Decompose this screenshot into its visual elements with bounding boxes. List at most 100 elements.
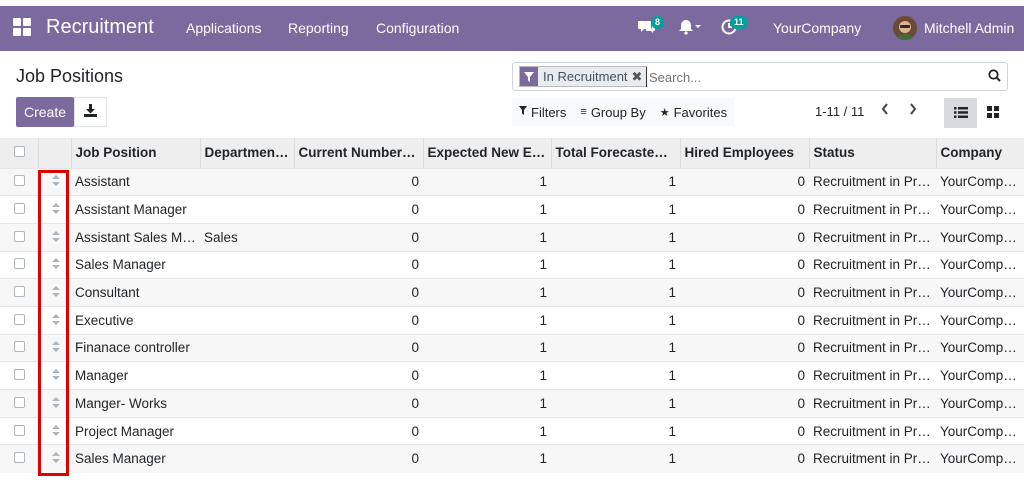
drag-handle-icon[interactable] — [52, 452, 62, 464]
row-handle-cell[interactable] — [38, 389, 71, 418]
pager-previous-icon[interactable] — [880, 101, 890, 122]
drag-handle-icon[interactable] — [52, 396, 62, 408]
app-name[interactable]: Recruitment — [46, 16, 154, 39]
cell-status[interactable]: Recruitment in Pro… — [809, 305, 936, 335]
menu-configuration[interactable]: Configuration — [376, 20, 459, 36]
cell-department[interactable] — [200, 361, 294, 390]
user-menu[interactable]: Mitchell Admin — [924, 20, 1014, 36]
cell-job-position[interactable]: Assistant — [71, 167, 200, 196]
cell-current-number[interactable]: 0 — [294, 333, 423, 362]
row-handle-cell[interactable] — [38, 250, 71, 279]
row-checkbox[interactable] — [14, 230, 25, 242]
menu-applications[interactable]: Applications — [186, 20, 262, 36]
groupby-dropdown[interactable]: ≡ Group By — [573, 105, 652, 120]
cell-expected-new[interactable]: 1 — [423, 444, 551, 473]
cell-current-number[interactable]: 0 — [294, 305, 423, 335]
cell-hired-employees[interactable]: 0 — [680, 361, 809, 390]
pager-value[interactable]: 1-11 / 11 — [815, 104, 864, 119]
row-handle-cell[interactable] — [38, 195, 71, 224]
cell-department[interactable] — [200, 250, 294, 279]
cell-expected-new[interactable]: 1 — [423, 222, 551, 252]
column-hired-employees[interactable]: Hired Employees — [680, 138, 810, 168]
cell-status[interactable]: Recruitment in Pro… — [809, 250, 936, 279]
row-checkbox[interactable] — [14, 286, 25, 298]
select-all-checkbox[interactable] — [14, 146, 25, 158]
cell-hired-employees[interactable]: 0 — [680, 444, 809, 473]
search-icon[interactable] — [988, 69, 1001, 85]
column-job-position[interactable]: Job Position — [71, 138, 201, 168]
drag-handle-icon[interactable] — [52, 175, 62, 187]
favorites-dropdown[interactable]: ★ Favorites — [653, 105, 734, 120]
cell-current-number[interactable]: 0 — [294, 361, 423, 390]
cell-hired-employees[interactable]: 0 — [680, 333, 809, 362]
drag-handle-icon[interactable] — [52, 369, 62, 381]
column-department[interactable]: Departmen… — [200, 138, 295, 168]
user-avatar[interactable] — [893, 16, 917, 40]
download-button[interactable] — [74, 97, 107, 127]
cell-status[interactable]: Recruitment in Pro… — [809, 278, 936, 307]
cell-expected-new[interactable]: 1 — [423, 416, 551, 445]
cell-hired-employees[interactable]: 0 — [680, 305, 809, 335]
cell-department[interactable] — [200, 195, 294, 224]
cell-status[interactable]: Recruitment in Pro… — [809, 361, 936, 390]
row-checkbox[interactable] — [14, 452, 25, 464]
cell-hired-employees[interactable]: 0 — [680, 222, 809, 252]
row-handle-cell[interactable] — [38, 333, 71, 362]
cell-job-position[interactable]: Assistant Manager — [71, 195, 200, 224]
cell-company[interactable]: YourCompany — [936, 278, 1024, 307]
row-checkbox[interactable] — [14, 341, 25, 353]
cell-current-number[interactable]: 0 — [294, 222, 423, 252]
drag-handle-icon[interactable] — [52, 230, 62, 242]
pager-next-icon[interactable] — [908, 101, 918, 122]
cell-company[interactable]: YourCompany — [936, 250, 1024, 279]
cell-current-number[interactable]: 0 — [294, 250, 423, 279]
cell-expected-new[interactable]: 1 — [423, 250, 551, 279]
cell-job-position[interactable]: Manager — [71, 361, 200, 390]
cell-job-position[interactable]: Project Manager — [71, 416, 200, 445]
cell-status[interactable]: Recruitment in Pro… — [809, 416, 936, 445]
table-row[interactable]: Project Manager 0 1 1 0 Recruitment in Pro… Yo… — [0, 416, 1024, 445]
list-view-button[interactable] — [944, 98, 977, 128]
menu-reporting[interactable]: Reporting — [288, 20, 349, 36]
drag-handle-icon[interactable] — [52, 424, 62, 436]
cell-total-forecasted[interactable]: 1 — [551, 250, 680, 279]
cell-company[interactable]: YourCompany — [936, 361, 1024, 390]
column-current-number[interactable]: Current Number … — [294, 138, 424, 168]
cell-status[interactable]: Recruitment in Pro… — [809, 222, 936, 252]
cell-current-number[interactable]: 0 — [294, 444, 423, 473]
cell-status[interactable]: Recruitment in Pro… — [809, 195, 936, 224]
cell-department[interactable] — [200, 389, 294, 418]
cell-department[interactable] — [200, 167, 294, 196]
cell-total-forecasted[interactable]: 1 — [551, 389, 680, 418]
cell-status[interactable]: Recruitment in Pro… — [809, 389, 936, 418]
table-row[interactable]: Assistant Sales M… Sales 0 1 1 0 Recruitment i… — [0, 222, 1024, 252]
drag-handle-icon[interactable] — [52, 313, 62, 325]
row-checkbox[interactable] — [14, 203, 25, 215]
table-row[interactable]: Assistant Manager 0 1 1 0 Recruitment in Pro…… — [0, 195, 1024, 224]
cell-current-number[interactable]: 0 — [294, 389, 423, 418]
cell-total-forecasted[interactable]: 1 — [551, 416, 680, 445]
cell-status[interactable]: Recruitment in Pro… — [809, 333, 936, 362]
cell-hired-employees[interactable]: 0 — [680, 416, 809, 445]
row-select-cell[interactable] — [0, 278, 38, 307]
cell-total-forecasted[interactable]: 1 — [551, 361, 680, 390]
column-total-forecasted[interactable]: Total Forecasted … — [551, 138, 681, 168]
row-select-cell[interactable] — [0, 333, 38, 362]
cell-hired-employees[interactable]: 0 — [680, 278, 809, 307]
cell-total-forecasted[interactable]: 1 — [551, 278, 680, 307]
cell-hired-employees[interactable]: 0 — [680, 167, 809, 196]
cell-company[interactable]: YourCompany — [936, 195, 1024, 224]
search-input[interactable] — [646, 67, 976, 87]
cell-company[interactable]: YourCompany — [936, 333, 1024, 362]
cell-hired-employees[interactable]: 0 — [680, 250, 809, 279]
filters-dropdown[interactable]: Filters — [512, 105, 573, 120]
cell-department[interactable] — [200, 416, 294, 445]
row-select-cell[interactable] — [0, 167, 38, 196]
table-row[interactable]: Executive 0 1 1 0 Recruitment in Pro… YourComp… — [0, 305, 1024, 335]
cell-expected-new[interactable]: 1 — [423, 195, 551, 224]
row-checkbox[interactable] — [14, 175, 25, 187]
drag-handle-icon[interactable] — [52, 286, 62, 298]
cell-job-position[interactable]: Executive — [71, 305, 200, 335]
row-handle-cell[interactable] — [38, 222, 71, 252]
row-select-cell[interactable] — [0, 361, 38, 390]
